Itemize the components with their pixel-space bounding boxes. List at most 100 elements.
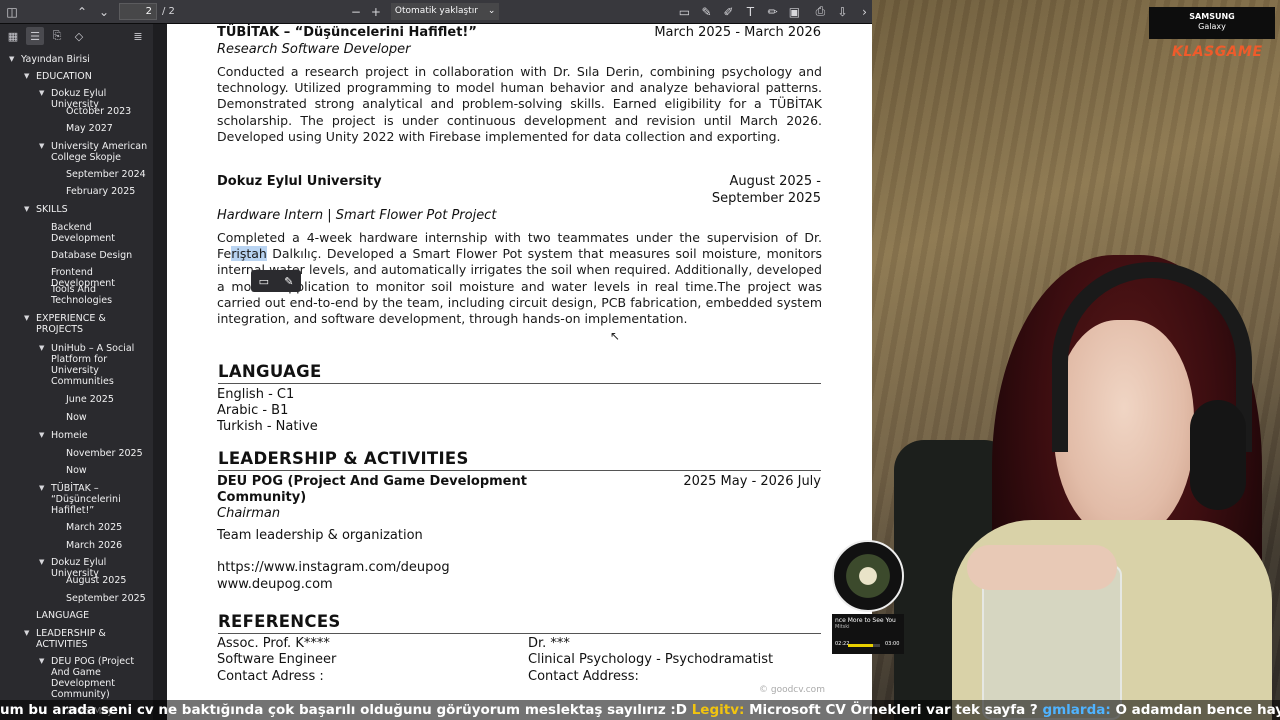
leadership-dates: 2025 May - 2026 July xyxy=(683,474,821,489)
layers-icon[interactable]: ◇ xyxy=(70,27,88,45)
outline-toggle-icon[interactable]: ▼ xyxy=(39,344,44,352)
draw-icon[interactable]: ✏ xyxy=(763,3,781,21)
sponsor-line2: Galaxy xyxy=(1198,22,1226,31)
now-playing-info: nce More to See You Mitski 02:22 03:00 xyxy=(832,614,904,654)
outline-toggle-icon[interactable]: ▼ xyxy=(39,484,44,492)
tubitak-role: Research Software Developer xyxy=(217,42,411,57)
outline-item[interactable]: September 2025 xyxy=(66,593,149,604)
thumbnails-icon[interactable]: ▦ xyxy=(4,27,22,45)
page-total: / 2 xyxy=(162,6,175,17)
outline-item[interactable]: February 2025 xyxy=(66,186,149,197)
reference-left-line: Software Engineer xyxy=(217,652,337,667)
outline-item[interactable]: March 2026 xyxy=(66,540,149,551)
zoom-out-icon[interactable]: − xyxy=(347,3,365,21)
page-number-input[interactable]: 2 xyxy=(119,3,157,20)
text-icon[interactable]: T xyxy=(741,3,759,21)
outline-toggle-icon[interactable]: ▼ xyxy=(24,629,29,637)
references-heading: REFERENCES xyxy=(218,612,341,631)
add-comment-icon[interactable]: ▭ xyxy=(259,275,269,288)
comment-icon[interactable]: ▭ xyxy=(675,3,693,21)
screen: ◫ ⌃ ⌄ 2 / 2 − + Otomatik yaklaştır ⌄ ▭ ✎… xyxy=(0,0,1280,720)
outline-item[interactable]: Database Design xyxy=(51,250,149,261)
chat-message: Microsoft CV Örnekleri var tek sayfa ? xyxy=(744,702,1043,718)
outline-toggle-icon[interactable]: ▼ xyxy=(24,72,29,80)
outline-item[interactable]: June 2025 xyxy=(66,394,149,405)
webcam-overlay: SAMSUNG Galaxy KLASGAME xyxy=(872,0,1280,720)
selected-text[interactable]: riştah xyxy=(231,246,267,262)
zoom-in-icon[interactable]: + xyxy=(367,3,385,21)
language-item: Turkish - Native xyxy=(217,419,318,434)
page-down-icon[interactable]: ⌄ xyxy=(95,3,113,21)
outline-item[interactable]: September 2024 xyxy=(66,169,149,180)
chat-username: gmlarda: xyxy=(1042,702,1111,718)
outline-item[interactable]: EXPERIENCE & PROJECTS xyxy=(36,313,149,335)
headset-ear-cup xyxy=(1190,400,1246,510)
leadership-rule xyxy=(218,470,821,471)
outline-item[interactable]: Tools And Technologies xyxy=(51,284,149,306)
leadership-title-line1: DEU POG (Project And Game Development xyxy=(217,474,527,489)
outline-item[interactable]: EDUCATION xyxy=(36,71,149,82)
outline-toggle-icon[interactable]: ▼ xyxy=(39,431,44,439)
outline-item[interactable]: TÜBİTAK – “Düşüncelerini Hafiflet!” xyxy=(51,483,149,516)
outline-icon[interactable]: ☰ xyxy=(26,27,44,45)
outline-toggle-icon[interactable]: ▼ xyxy=(39,142,44,150)
sidebar-splitter[interactable] xyxy=(153,24,167,720)
outline-item[interactable]: LEADERSHIP & ACTIVITIES xyxy=(36,628,149,650)
outline-toggle-icon[interactable]: ▼ xyxy=(9,55,14,63)
outline-toggle-icon[interactable]: ▼ xyxy=(39,657,44,665)
song-artist: Mitski xyxy=(835,624,850,630)
outline-toggle-icon[interactable]: ▼ xyxy=(24,314,29,322)
chat-ticker: um bu arada seni cv ne baktığında çok ba… xyxy=(0,700,1280,720)
leadership-role: Chairman xyxy=(217,506,281,521)
outline-item[interactable]: May 2027 xyxy=(66,123,149,134)
outline-item[interactable]: Now xyxy=(66,412,149,423)
leadership-description: Team leadership & organization xyxy=(217,528,423,543)
outline-item[interactable]: SKILLS xyxy=(36,204,149,215)
highlight-pen-icon[interactable]: ✎ xyxy=(284,275,293,288)
outline-item[interactable]: Backend Development xyxy=(51,222,149,244)
outline-item[interactable]: UniHub – A Social Platform for Universit… xyxy=(51,343,149,387)
image-icon[interactable]: ▣ xyxy=(785,3,803,21)
more-icon[interactable]: › xyxy=(855,3,873,21)
sponsor-logo: SAMSUNG Galaxy xyxy=(1149,7,1275,39)
outline-item[interactable]: Homeie xyxy=(51,430,149,441)
signature-icon[interactable]: ✎ xyxy=(697,3,715,21)
outline-item[interactable]: LANGUAGE xyxy=(36,610,149,621)
leadership-heading: LEADERSHIP & ACTIVITIES xyxy=(218,449,469,468)
outline-toggle-icon[interactable]: ▼ xyxy=(39,89,44,97)
deu-description: Completed a 4-week hardware internship w… xyxy=(217,230,822,327)
song-progress xyxy=(848,644,880,647)
attachments-icon[interactable]: ⎘ xyxy=(48,27,66,45)
references-rule xyxy=(218,633,821,634)
outline-item[interactable]: August 2025 xyxy=(66,575,149,586)
page-up-icon[interactable]: ⌃ xyxy=(73,3,91,21)
print-icon[interactable]: ⎙ xyxy=(811,3,829,21)
reference-right-line: Contact Address: xyxy=(528,669,639,684)
outline-toggle-icon[interactable]: ▼ xyxy=(24,205,29,213)
outline-item[interactable]: Now xyxy=(66,465,149,476)
reference-right-line: Clinical Psychology - Psychodramatist xyxy=(528,652,774,667)
deu-title: Dokuz Eylul University xyxy=(217,174,382,189)
reference-left-line: Contact Adress : xyxy=(217,669,324,684)
outline-toggle-icon[interactable]: ▼ xyxy=(39,558,44,566)
website-link[interactable]: www.deupog.com xyxy=(217,577,333,592)
sidebar-toggle-icon[interactable]: ◫ xyxy=(3,3,21,21)
outline-item[interactable]: November 2025 xyxy=(66,448,149,459)
outline-item[interactable]: DEU POG (Project And Game Development Co… xyxy=(51,656,149,700)
save-icon[interactable]: ⇩ xyxy=(833,3,851,21)
chevron-down-icon: ⌄ xyxy=(487,6,496,16)
current-outline-item-icon[interactable]: ≣ xyxy=(129,27,147,45)
outline-item[interactable]: October 2023 xyxy=(66,106,149,117)
outline-item[interactable]: March 2025 xyxy=(66,522,149,533)
highlight-icon[interactable]: ✐ xyxy=(719,3,737,21)
deu-role: Hardware Intern | Smart Flower Pot Proje… xyxy=(217,208,497,223)
instagram-link[interactable]: https://www.instagram.com/deupog xyxy=(217,560,450,575)
zoom-select[interactable]: Otomatik yaklaştır ⌄ xyxy=(390,3,500,20)
chat-message: um bu arada seni cv ne baktığında çok ba… xyxy=(0,702,692,718)
tubitak-title: TÜBİTAK – “Düşüncelerini Hafiflet!” xyxy=(217,25,477,40)
outline-item[interactable]: Yayından Birisi xyxy=(21,54,149,65)
selection-popup: ▭ ✎ xyxy=(251,270,301,292)
language-rule xyxy=(218,383,821,384)
outline-item[interactable]: University American College Skopje xyxy=(51,141,149,163)
language-item: English - C1 xyxy=(217,387,295,402)
